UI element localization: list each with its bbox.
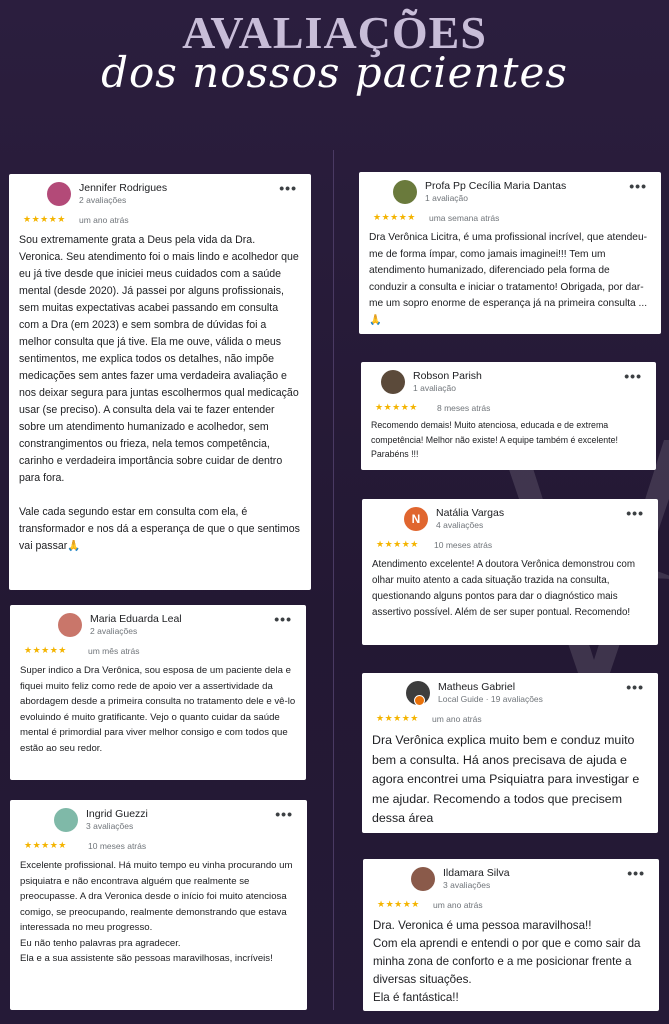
user-photo-icon[interactable] <box>47 182 71 206</box>
user-photo-icon[interactable] <box>381 370 405 394</box>
reviewer-meta: 3 avaliações <box>86 821 134 831</box>
star-rating: ★★★★★ <box>24 645 67 655</box>
more-options-icon[interactable]: ••• <box>279 180 297 196</box>
review-text: Dra Verônica explica muito bem e conduz … <box>372 733 643 825</box>
more-options-icon[interactable]: ••• <box>627 865 645 881</box>
review-text: Recomendo demais! Muito atenciosa, educa… <box>371 420 621 459</box>
review-text: Excelente profissional. Há muito tempo e… <box>20 860 293 964</box>
review-date: um ano atrás <box>433 900 483 910</box>
more-options-icon[interactable]: ••• <box>624 368 642 384</box>
reviewer-name[interactable]: Profa Pp Cecília Maria Dantas <box>425 180 566 192</box>
reviewer-meta: 2 avaliações <box>79 195 127 205</box>
reviewer-meta: 1 avaliação <box>413 383 457 393</box>
star-rating: ★★★★★ <box>375 402 418 412</box>
review-card: Matheus Gabriel Local Guide · 19 avaliaç… <box>362 673 658 833</box>
reviewer-name[interactable]: Matheus Gabriel <box>438 681 515 693</box>
review-date: um ano atrás <box>79 215 129 225</box>
more-options-icon[interactable]: ••• <box>274 611 292 627</box>
review-text: Atendimento excelente! A doutora Verônic… <box>372 559 638 618</box>
reviewer-name[interactable]: Maria Eduarda Leal <box>90 613 182 625</box>
review-card: Jennifer Rodrigues 2 avaliações ••• ★★★★… <box>9 174 311 590</box>
reviewer-name[interactable]: Natália Vargas <box>436 507 504 519</box>
star-rating: ★★★★★ <box>376 539 419 549</box>
star-rating: ★★★★★ <box>24 840 67 850</box>
review-card: Profa Pp Cecília Maria Dantas 1 avaliaçã… <box>359 172 661 334</box>
reviewer-meta: 1 avaliação <box>425 193 469 203</box>
reviewer-meta: 2 avaliações <box>90 626 138 636</box>
review-card: N Natália Vargas 4 avaliações ••• ★★★★★ … <box>362 499 658 645</box>
review-date: 10 meses atrás <box>434 540 493 550</box>
user-photo-icon[interactable] <box>393 180 417 204</box>
more-options-icon[interactable]: ••• <box>626 679 644 695</box>
reviewer-name[interactable]: Ildamara Silva <box>443 867 510 879</box>
reviewer-meta: Local Guide · 19 avaliações <box>438 694 543 704</box>
review-date: 8 meses atrás <box>437 403 491 413</box>
local-guide-badge-icon <box>414 695 425 706</box>
reviewer-name[interactable]: Ingrid Guezzi <box>86 808 148 820</box>
letter-avatar-icon[interactable]: N <box>404 507 428 531</box>
star-rating: ★★★★★ <box>376 713 419 723</box>
column-divider <box>333 150 334 1010</box>
star-rating: ★★★★★ <box>377 899 420 909</box>
review-text: Super indico a Dra Verônica, sou esposa … <box>20 665 298 754</box>
review-date: 10 meses atrás <box>88 841 147 851</box>
review-date: um mês atrás <box>88 646 140 656</box>
review-card: Ingrid Guezzi 3 avaliações ••• ★★★★★ 10 … <box>10 800 307 1010</box>
reviewer-name[interactable]: Robson Parish <box>413 370 482 382</box>
reviewer-name[interactable]: Jennifer Rodrigues <box>79 182 167 194</box>
more-options-icon[interactable]: ••• <box>626 505 644 521</box>
review-date: um ano atrás <box>432 714 482 724</box>
review-text: Dra Verônica Licitra, é uma profissional… <box>369 232 648 326</box>
star-rating: ★★★★★ <box>373 212 416 222</box>
review-card: Maria Eduarda Leal 2 avaliações ••• ★★★★… <box>10 605 306 780</box>
page-subtitle: dos nossos pacientes <box>101 48 568 97</box>
star-rating: ★★★★★ <box>23 214 66 224</box>
user-photo-icon[interactable] <box>411 867 435 891</box>
review-text: Sou extremamente grata a Deus pela vida … <box>19 234 300 552</box>
more-options-icon[interactable]: ••• <box>629 178 647 194</box>
review-card: Robson Parish 1 avaliação ••• ★★★★★ 8 me… <box>361 362 656 470</box>
user-photo-icon[interactable] <box>54 808 78 832</box>
review-text: Dra. Veronica é uma pessoa maravilhosa!!… <box>373 919 641 1004</box>
user-photo-icon[interactable] <box>58 613 82 637</box>
review-date: uma semana atrás <box>429 213 500 223</box>
review-card: Ildamara Silva 3 avaliações ••• ★★★★★ um… <box>363 859 659 1011</box>
more-options-icon[interactable]: ••• <box>275 806 293 822</box>
reviewer-meta: 4 avaliações <box>436 520 484 530</box>
reviewer-meta: 3 avaliações <box>443 880 491 890</box>
